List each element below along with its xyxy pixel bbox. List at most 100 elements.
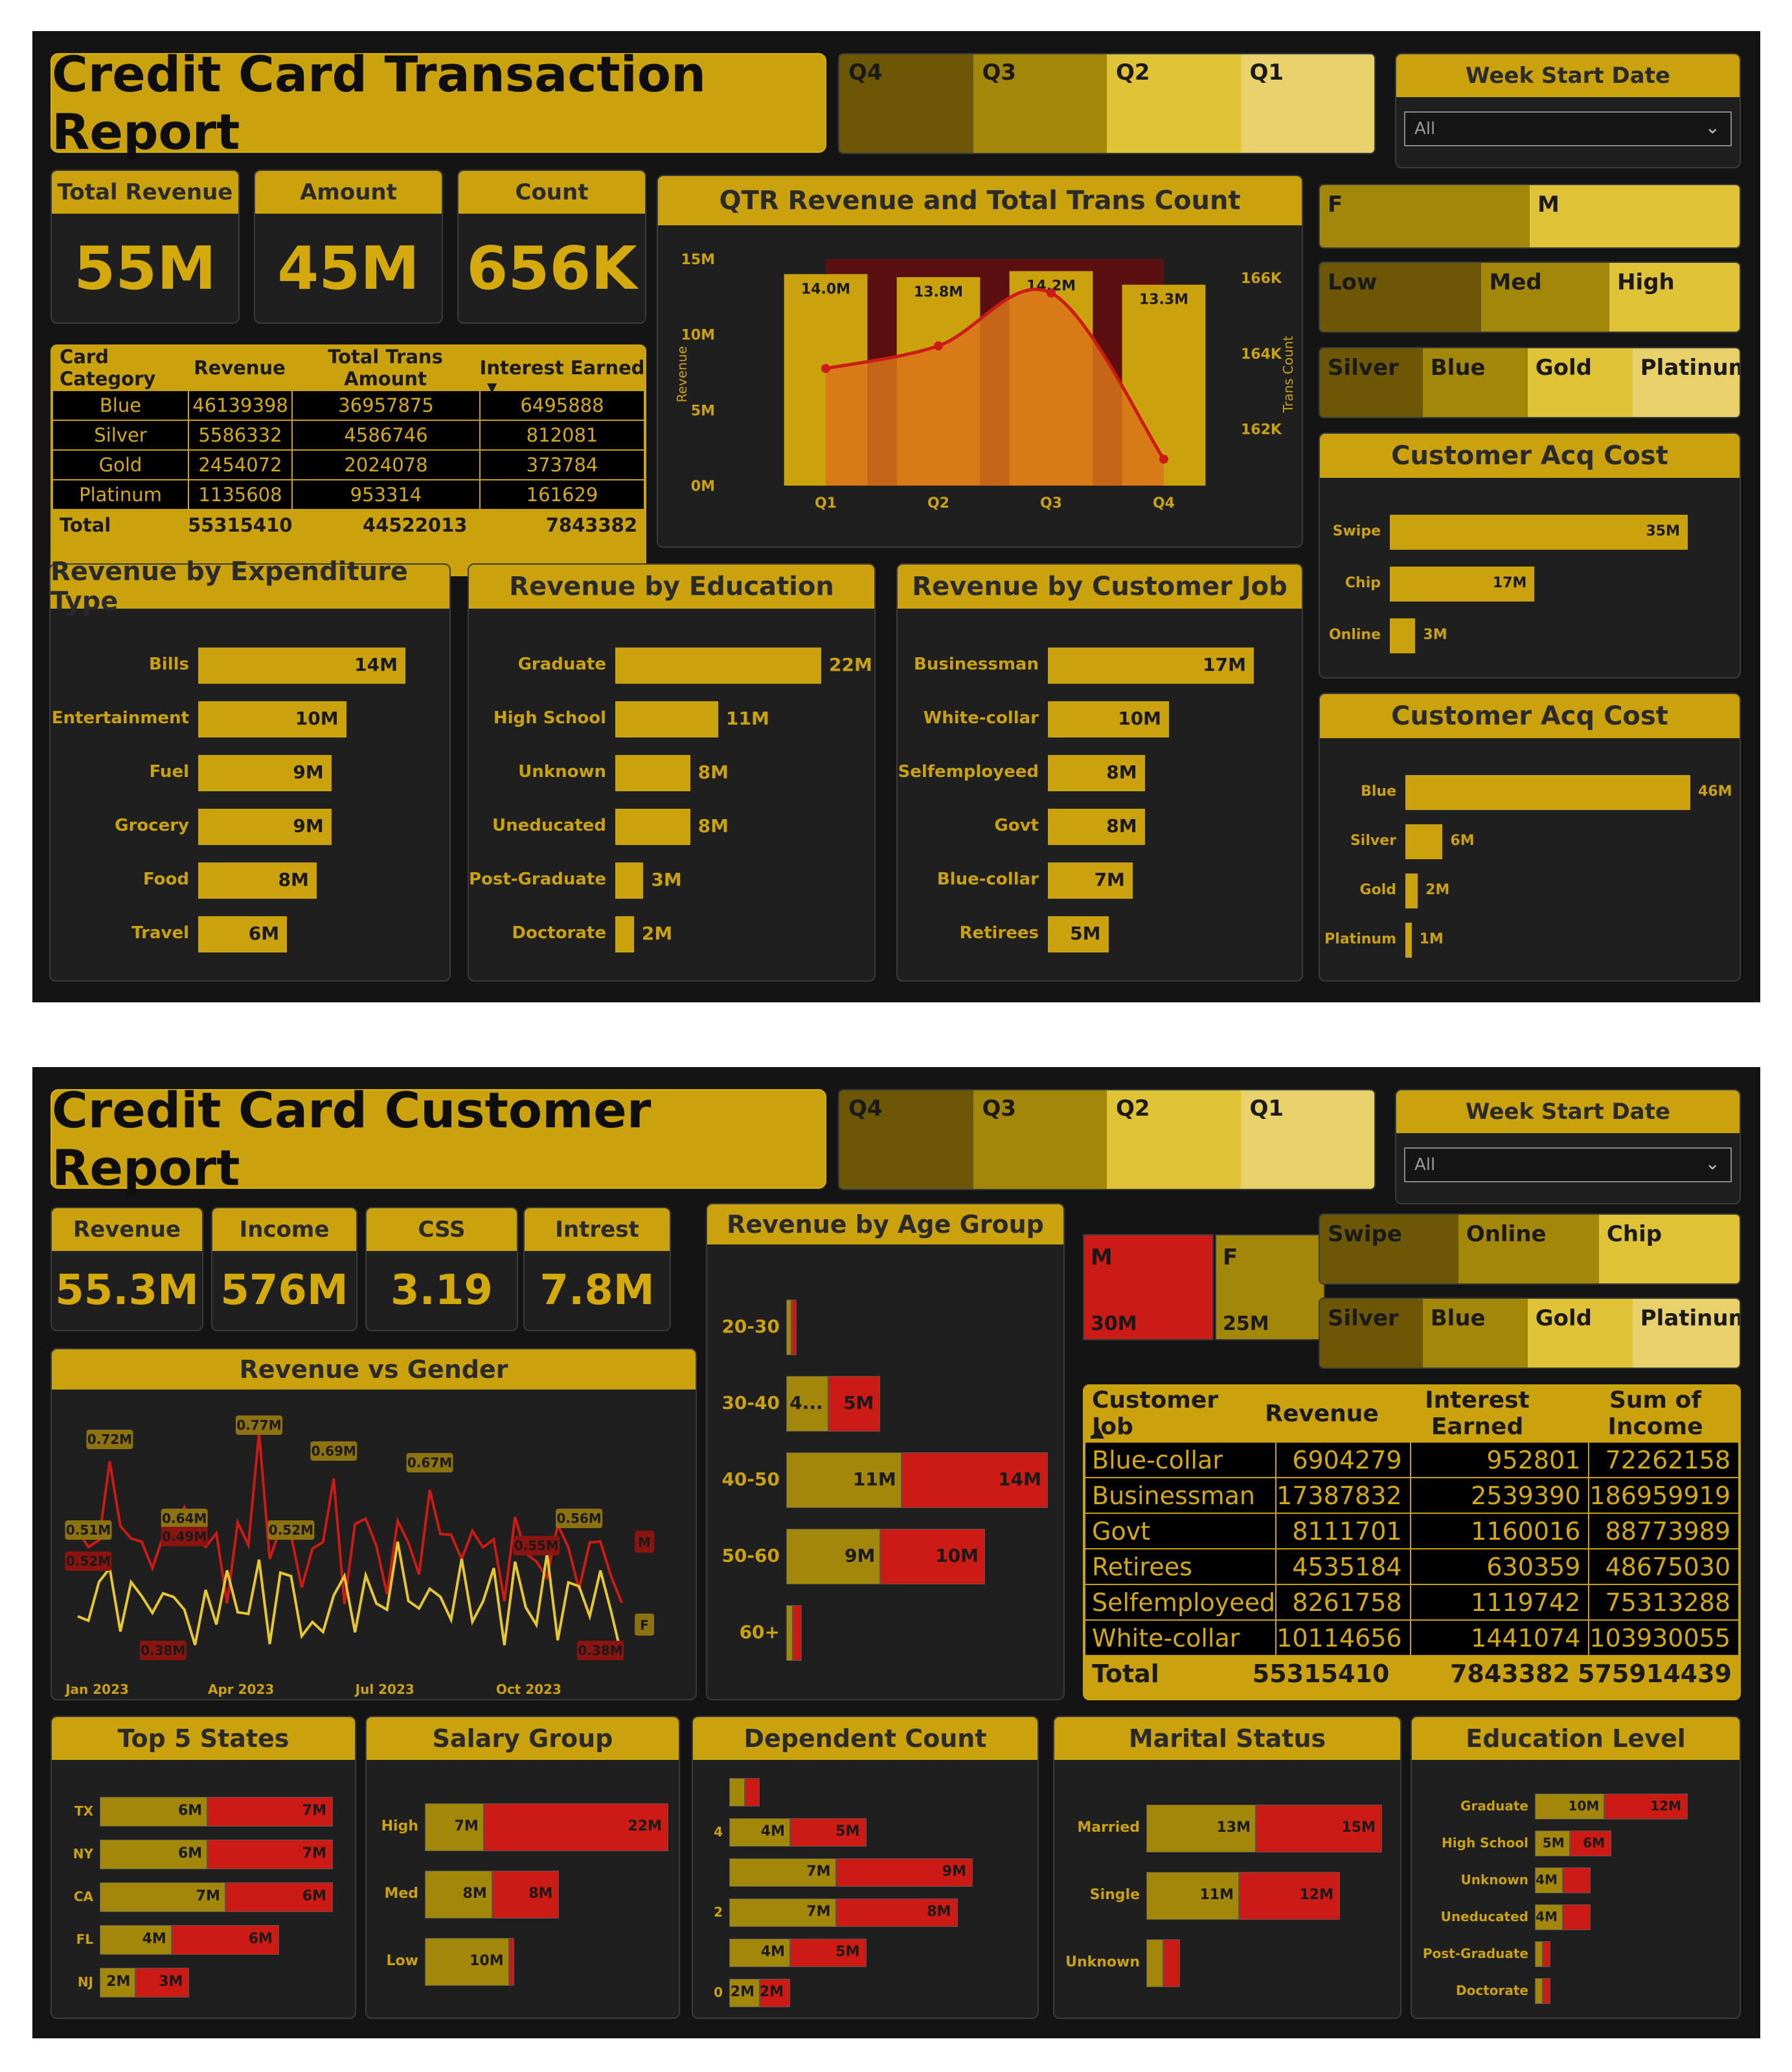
revenue-by-job: Revenue by Customer Job Businessman 17M Wh… <box>896 563 1303 982</box>
card-blue[interactable]: Blue <box>1422 1299 1528 1368</box>
bar-category-label: Unknown <box>518 762 606 782</box>
quarter-q3[interactable]: Q3 <box>973 54 1107 153</box>
annotation-label: 0.52M <box>66 1553 111 1569</box>
bar-category-label: Blue-collar <box>936 870 1039 890</box>
gender-m[interactable]: M <box>1530 185 1740 247</box>
revenue-by-expenditure: Revenue by Expenditure Type Bills 14M Ente… <box>49 557 451 982</box>
bar-value-label: 22M <box>628 1818 662 1834</box>
bar-value-label: 8M <box>528 1885 553 1902</box>
card-gold[interactable]: Gold <box>1527 1299 1633 1368</box>
bar-category-label: Grocery <box>115 816 189 836</box>
legend-m-label: M <box>638 1535 651 1550</box>
card-platinum[interactable]: Platinum <box>1632 348 1740 417</box>
table-cell: 8261758 <box>1275 1584 1411 1621</box>
bar-value-label: 8M <box>698 815 729 837</box>
table-cell: Selfemployeed <box>1084 1584 1277 1621</box>
col-customer-job-label: Customer Job <box>1092 1387 1219 1440</box>
quarter-q1[interactable]: Q1 <box>1240 1090 1374 1189</box>
x-tick-label: Jan 2023 <box>64 1682 129 1697</box>
card-slicer[interactable]: Silver Blue Gold Platinum <box>1319 347 1741 418</box>
gender-slicer[interactable]: F M <box>1319 184 1741 249</box>
bar-value-label: 4M <box>760 1943 785 1960</box>
kpi-label: Amount <box>255 171 442 214</box>
table-cell: 2454072 <box>188 449 293 480</box>
card-silver[interactable]: Silver <box>1320 1299 1423 1368</box>
bar-category-label: Bills <box>148 655 189 675</box>
week-start-dropdown[interactable]: All ⌄ <box>1404 111 1732 146</box>
col-card-category[interactable]: Card Category <box>52 346 188 390</box>
col-interest[interactable]: Interest Earned <box>1383 1386 1571 1441</box>
bar-value-label: 4... <box>789 1391 823 1413</box>
table-cell: 6904279 <box>1275 1441 1411 1478</box>
quarter-q4[interactable]: Q4 <box>839 54 973 153</box>
bar-category-label: Platinum <box>1324 930 1396 947</box>
card-blue[interactable]: Blue <box>1422 348 1528 417</box>
trans-count-point <box>821 364 830 374</box>
week-start-value: All <box>1414 119 1436 139</box>
bar-category-label: Single <box>1089 1886 1140 1903</box>
gender-m-tile[interactable]: M 30M <box>1083 1234 1214 1340</box>
use-chip[interactable]: Chip <box>1598 1215 1740 1283</box>
table-cell: 6495888 <box>479 390 645 421</box>
bar-male <box>792 1605 802 1661</box>
gender-f[interactable]: F <box>1320 185 1530 247</box>
card-silver[interactable]: Silver <box>1320 348 1423 417</box>
bar <box>615 862 644 899</box>
bar-male <box>508 1938 514 1986</box>
table-row: Selfemployeed 8261758 1119742 75313288 <box>1084 1584 1740 1621</box>
use-chip-slicer[interactable]: Swipe Online Chip <box>1319 1213 1741 1285</box>
bar-value-label: 11M <box>726 707 769 729</box>
col-interest[interactable]: Interest Earned ▼ <box>479 346 645 395</box>
kpi-interest: Intrest 7.8M <box>523 1207 671 1331</box>
card-platinum[interactable]: Platinum <box>1632 1299 1740 1368</box>
table-cell: 75313288 <box>1588 1584 1740 1621</box>
gender-f-tile[interactable]: F 25M <box>1215 1234 1325 1340</box>
total-income: 575914439 <box>1578 1660 1732 1688</box>
income-high[interactable]: High <box>1609 263 1740 332</box>
quarter-slicer[interactable]: Q4 Q3 Q2 Q1 <box>838 1089 1376 1190</box>
col-income[interactable]: Sum of Income <box>1571 1386 1740 1441</box>
bar-category-label: Travel <box>131 923 189 943</box>
bar-category-label: Retirees <box>959 923 1039 943</box>
table-cell: 17387832 <box>1275 1477 1411 1514</box>
income-low[interactable]: Low <box>1320 263 1482 332</box>
bar-value-label: 7M <box>196 1887 220 1904</box>
table-cell: White-collar <box>1084 1619 1277 1656</box>
col-revenue[interactable]: Revenue <box>1260 1386 1383 1441</box>
bar-value-label: 2M <box>730 1983 754 2000</box>
table-cell: 48675030 <box>1588 1548 1740 1585</box>
col-customer-job[interactable]: Customer Job ▲ <box>1084 1386 1260 1441</box>
kpi-label: Income <box>212 1208 356 1251</box>
quarter-q3[interactable]: Q3 <box>973 1090 1107 1189</box>
kpi-css: CSS 3.19 <box>365 1207 518 1331</box>
week-start-dropdown[interactable]: All ⌄ <box>1404 1147 1732 1182</box>
bar-value-label: 5M <box>1070 922 1101 944</box>
salary-bars: High 7M 22M Med 8M 8M Low 10M <box>367 1760 679 2018</box>
quarter-q2[interactable]: Q2 <box>1107 54 1241 153</box>
card-gold[interactable]: Gold <box>1527 348 1633 417</box>
x-tick-label: Q1 <box>815 495 837 512</box>
quarter-q1[interactable]: Q1 <box>1240 54 1374 153</box>
card-slicer[interactable]: Silver Blue Gold Platinum <box>1319 1298 1741 1369</box>
col-trans-amount[interactable]: Total Trans Amount <box>291 346 479 390</box>
bar-category-label: Post-Graduate <box>1422 1946 1528 1961</box>
acq-cost-card-bars: Blue 46M Silver 6M Gold 2M Platinum 1M <box>1320 738 1740 980</box>
quarter-q4[interactable]: Q4 <box>839 1090 973 1189</box>
job-table-header: Customer Job ▲ Revenue Interest Earned Su… <box>1084 1386 1740 1441</box>
bar-value-label: 14.0M <box>801 281 850 297</box>
use-swipe[interactable]: Swipe <box>1320 1215 1458 1283</box>
income-med[interactable]: Med <box>1481 263 1610 332</box>
col-revenue[interactable]: Revenue <box>188 346 291 390</box>
dependent-bars: 4 4M 5M 7M 9M 2 7M 8M 4M 5M 0 2M 2M <box>693 1760 1038 2018</box>
use-online[interactable]: Online <box>1458 1215 1599 1283</box>
bar-value-label: 13.3M <box>1139 292 1188 308</box>
y-tick-label: 5M <box>691 403 715 419</box>
income-slicer[interactable]: Low Med High <box>1319 262 1741 333</box>
quarter-q2[interactable]: Q2 <box>1107 1090 1241 1189</box>
bar-category-label: 20-30 <box>721 1315 780 1337</box>
marital-bars: Married 13M 15M Single 11M 12M Unknown <box>1054 1760 1400 2018</box>
revenue-by-age-group: Revenue by Age Group 20-30 30-40 4... 5M 40-… <box>706 1203 1065 1700</box>
quarter-slicer[interactable]: Q4 Q3 Q2 Q1 <box>838 53 1376 154</box>
bar-value-label: 7M <box>302 1845 326 1862</box>
table-cell: 1119742 <box>1409 1584 1590 1621</box>
